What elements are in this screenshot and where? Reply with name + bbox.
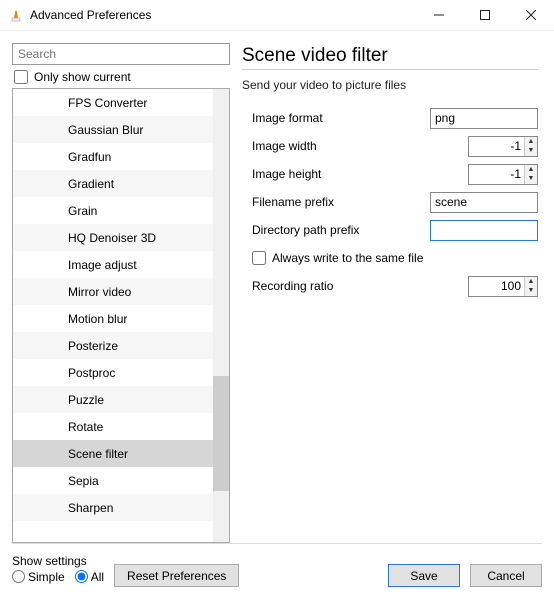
- image-width-stepper[interactable]: ▲▼: [468, 136, 538, 157]
- always-write-label: Always write to the same file: [272, 251, 423, 265]
- always-write-checkbox[interactable]: [252, 251, 266, 265]
- tree-item[interactable]: HQ Denoiser 3D: [13, 224, 213, 251]
- tree-item[interactable]: Posterize: [13, 332, 213, 359]
- search-input[interactable]: [12, 43, 230, 65]
- image-format-input[interactable]: [430, 108, 538, 129]
- spin-down-icon[interactable]: ▼: [525, 146, 537, 156]
- only-show-current-input[interactable]: [14, 70, 28, 84]
- show-settings-label: Show settings: [12, 554, 104, 568]
- image-width-label: Image width: [242, 139, 468, 153]
- spin-down-icon[interactable]: ▼: [525, 174, 537, 184]
- scrollbar[interactable]: [213, 89, 229, 542]
- simple-radio[interactable]: Simple: [12, 570, 65, 584]
- footer: Show settings Simple All Reset Preferenc…: [12, 543, 542, 587]
- maximize-button[interactable]: [462, 0, 508, 31]
- tree-item[interactable]: Sharpen: [13, 494, 213, 521]
- recording-ratio-label: Recording ratio: [242, 279, 468, 293]
- content: Only show current FPS ConverterGaussian …: [0, 31, 554, 543]
- spin-up-icon[interactable]: ▲: [525, 137, 537, 147]
- all-radio[interactable]: All: [75, 570, 104, 584]
- dir-prefix-label: Directory path prefix: [242, 223, 430, 237]
- tree-item[interactable]: Puzzle: [13, 386, 213, 413]
- only-show-current-label: Only show current: [34, 70, 131, 84]
- spin-up-icon[interactable]: ▲: [525, 277, 537, 287]
- tree-item[interactable]: FPS Converter: [13, 89, 213, 116]
- left-pane: Only show current FPS ConverterGaussian …: [12, 43, 230, 543]
- tree-item[interactable]: Grain: [13, 197, 213, 224]
- tree-item[interactable]: Sepia: [13, 467, 213, 494]
- divider: [242, 69, 538, 70]
- tree-item[interactable]: Rotate: [13, 413, 213, 440]
- tree-item[interactable]: Scene filter: [13, 440, 213, 467]
- tree-item[interactable]: Motion blur: [13, 305, 213, 332]
- reset-preferences-button[interactable]: Reset Preferences: [114, 564, 239, 587]
- panel-title: Scene video filter: [242, 45, 538, 67]
- save-button[interactable]: Save: [388, 564, 460, 587]
- window-title: Advanced Preferences: [30, 8, 416, 22]
- tree-item[interactable]: Gaussian Blur: [13, 116, 213, 143]
- recording-ratio-input[interactable]: [469, 277, 524, 296]
- cancel-button[interactable]: Cancel: [470, 564, 542, 587]
- image-height-stepper[interactable]: ▲▼: [468, 164, 538, 185]
- titlebar: Advanced Preferences: [0, 0, 554, 31]
- filter-tree: FPS ConverterGaussian BlurGradfunGradien…: [12, 88, 230, 543]
- image-width-input[interactable]: [469, 137, 524, 156]
- tree-item[interactable]: Postproc: [13, 359, 213, 386]
- only-show-current-checkbox[interactable]: Only show current: [12, 70, 230, 84]
- app-icon: [8, 7, 24, 23]
- minimize-button[interactable]: [416, 0, 462, 31]
- filename-prefix-label: Filename prefix: [242, 195, 430, 209]
- panel-subtitle: Send your video to picture files: [242, 78, 538, 92]
- tree-item[interactable]: Image adjust: [13, 251, 213, 278]
- spin-down-icon[interactable]: ▼: [525, 286, 537, 296]
- scrollbar-thumb[interactable]: [213, 376, 229, 491]
- show-settings-group: Show settings Simple All: [12, 554, 104, 584]
- dir-prefix-input[interactable]: [430, 220, 538, 241]
- close-button[interactable]: [508, 0, 554, 31]
- recording-ratio-stepper[interactable]: ▲▼: [468, 276, 538, 297]
- tree-item[interactable]: Gradfun: [13, 143, 213, 170]
- filename-prefix-input[interactable]: [430, 192, 538, 213]
- image-height-input[interactable]: [469, 165, 524, 184]
- tree-item[interactable]: Gradient: [13, 170, 213, 197]
- image-format-label: Image format: [242, 111, 430, 125]
- tree-item[interactable]: Mirror video: [13, 278, 213, 305]
- image-height-label: Image height: [242, 167, 468, 181]
- spin-up-icon[interactable]: ▲: [525, 165, 537, 175]
- right-pane: Scene video filter Send your video to pi…: [238, 43, 542, 543]
